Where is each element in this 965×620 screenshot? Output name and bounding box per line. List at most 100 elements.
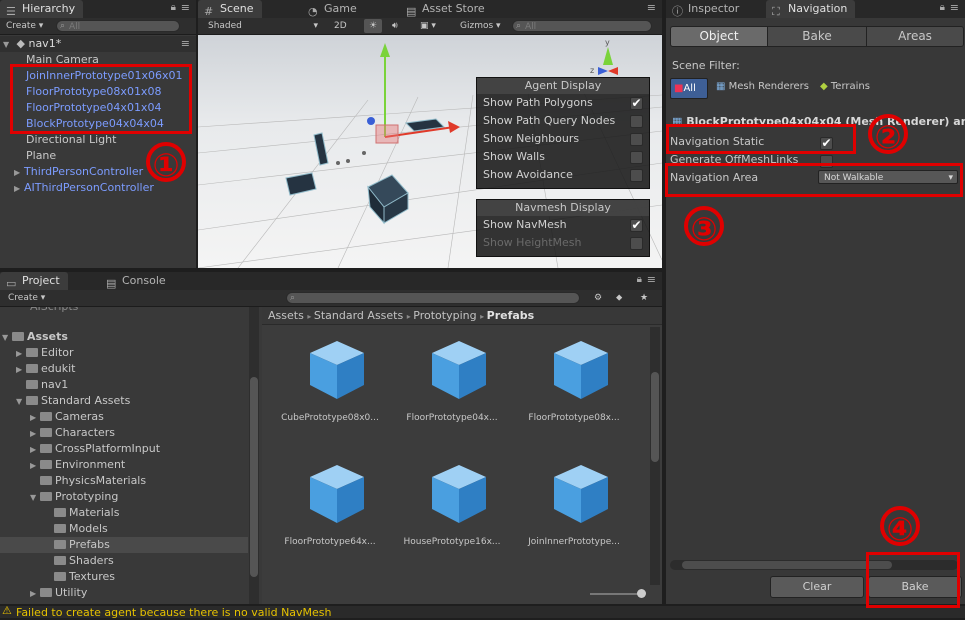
expand-arrow-icon[interactable]: ▶	[30, 410, 40, 426]
display-option-row[interactable]: Show Path Polygons ✔	[477, 94, 649, 112]
tree-folder-item[interactable]: ▼ Assets	[0, 329, 248, 345]
breadcrumb-prototyping[interactable]: Prototyping	[413, 309, 476, 322]
offmesh-links-checkbox[interactable]	[820, 155, 833, 168]
display-option-row[interactable]: Show Avoidance	[477, 166, 649, 184]
tree-folder-item[interactable]: ▶ Characters	[0, 425, 248, 441]
lighting-icon[interactable]: ☀	[364, 19, 382, 33]
filter-label-icon[interactable]: ⬥	[616, 291, 622, 305]
tab-game[interactable]: ◔ Game	[302, 0, 365, 18]
project-search-input[interactable]	[286, 292, 580, 304]
breadcrumb-prefabs[interactable]: Prefabs	[487, 309, 535, 322]
hierarchy-create-button[interactable]: Create ▾	[6, 19, 43, 33]
filter-terrains-button[interactable]: ◆ Terrains	[820, 81, 870, 92]
display-option-checkbox[interactable]	[630, 169, 643, 182]
panel-menu-icon[interactable]: ≡	[950, 1, 959, 14]
lock-icon[interactable]: 🔒︎	[171, 2, 176, 13]
expand-arrow-icon[interactable]: ▼	[16, 394, 26, 410]
display-option-checkbox[interactable]	[630, 237, 643, 250]
tree-folder-item[interactable]: ▶ Environment	[0, 457, 248, 473]
tree-folder-item[interactable]: ▼ Standard Assets	[0, 393, 248, 409]
expand-arrow-icon[interactable]: ▶	[16, 362, 26, 378]
prefab-asset[interactable]: FloorPrototype04x...	[392, 331, 512, 441]
prefab-asset[interactable]: FloorPrototype64x...	[270, 455, 390, 565]
panel-menu-icon[interactable]: ≡	[181, 1, 190, 14]
tree-scrollbar[interactable]	[249, 307, 259, 604]
scene-viewport[interactable]: y z Agent Display Show Path Polygons ✔ Sho…	[198, 35, 662, 268]
tree-scroll-thumb[interactable]	[250, 377, 258, 577]
audio-icon[interactable]: 🔊︎	[392, 19, 398, 33]
navigation-area-dropdown[interactable]: Not Walkable ▾	[818, 170, 958, 184]
tree-folder-item[interactable]: Materials	[0, 505, 248, 521]
tree-folder-item[interactable]: ▶ Utility	[0, 585, 248, 601]
tree-partial-item[interactable]: AIScripts	[0, 307, 248, 315]
grid-scrollbar[interactable]	[650, 327, 660, 585]
hierarchy-item[interactable]: FloorPrototype08x01x08	[0, 84, 196, 100]
expand-arrow-icon[interactable]: ▼	[3, 37, 13, 53]
shading-mode-dropdown[interactable]: Shaded ▾	[208, 19, 318, 33]
expand-arrow-icon[interactable]: ▶	[30, 442, 40, 458]
tree-folder-item[interactable]: Textures	[0, 569, 248, 585]
expand-arrow-icon[interactable]: ▶	[30, 458, 40, 474]
tree-folder-item[interactable]: nav1	[0, 377, 248, 393]
hierarchy-item[interactable]: JoinInnerPrototype01x06x01	[0, 68, 196, 84]
bake-button[interactable]: Bake	[868, 576, 962, 598]
tree-folder-item[interactable]: ▶ edukit	[0, 361, 248, 377]
slider-knob[interactable]	[637, 589, 646, 598]
lock-icon[interactable]: 🔒︎	[940, 2, 945, 13]
panel-menu-icon[interactable]: ≡	[647, 273, 656, 286]
display-option-checkbox[interactable]	[630, 151, 643, 164]
tree-folder-item[interactable]: Prefabs	[0, 537, 248, 553]
panel-menu-icon[interactable]: ≡	[647, 1, 656, 14]
display-option-checkbox[interactable]	[630, 133, 643, 146]
expand-arrow-icon[interactable]: ▶	[30, 426, 40, 442]
tree-folder-item[interactable]: PhysicsMaterials	[0, 473, 248, 489]
tab-navigation[interactable]: ⛶ Navigation	[766, 0, 856, 18]
tree-folder-item[interactable]: ▶ CrossPlatformInput	[0, 441, 248, 457]
prefab-asset[interactable]: JoinInnerPrototype...	[514, 455, 634, 565]
tree-folder-item[interactable]: ▶ Editor	[0, 345, 248, 361]
hierarchy-item[interactable]: BlockPrototype04x04x04	[0, 116, 196, 132]
prefab-asset[interactable]: HousePrototype16x...	[392, 455, 512, 565]
display-option-checkbox[interactable]	[630, 115, 643, 128]
scrollbar-thumb[interactable]	[682, 561, 892, 569]
display-option-checkbox[interactable]: ✔	[630, 97, 643, 110]
filter-type-icon[interactable]: ⚙	[594, 291, 602, 305]
grid-scroll-thumb[interactable]	[651, 372, 659, 462]
nav-tab-object[interactable]: Object	[670, 26, 768, 47]
hierarchy-item[interactable]: Main Camera	[0, 52, 196, 68]
lock-icon[interactable]: 🔒︎	[637, 274, 642, 285]
mode-2d-button[interactable]: 2D	[334, 19, 347, 33]
display-option-checkbox[interactable]: ✔	[630, 219, 643, 232]
tree-folder-item[interactable]: ▶ Cameras	[0, 409, 248, 425]
project-create-button[interactable]: Create ▾	[8, 291, 45, 305]
scene-menu-icon[interactable]: ≡	[181, 36, 190, 52]
tab-project[interactable]: ▭ Project	[0, 272, 68, 290]
tab-inspector[interactable]: ⓘ Inspector	[666, 0, 747, 18]
tab-console[interactable]: ▤ Console	[100, 272, 174, 290]
expand-arrow-icon[interactable]: ▶	[16, 346, 26, 362]
hierarchy-item[interactable]: FloorPrototype04x01x04	[0, 100, 196, 116]
display-option-row[interactable]: Show NavMesh ✔	[477, 216, 649, 234]
display-option-row[interactable]: Show Walls	[477, 148, 649, 166]
expand-arrow-icon[interactable]: ▶	[30, 586, 40, 602]
prefab-asset[interactable]: FloorPrototype08x...	[514, 331, 634, 441]
expand-arrow-icon[interactable]: ▶	[14, 181, 24, 197]
tab-scene[interactable]: # Scene	[198, 0, 262, 18]
expand-arrow-icon[interactable]: ▼	[2, 330, 12, 346]
prefab-asset[interactable]: CubePrototype08x0...	[270, 331, 390, 441]
navigation-static-checkbox[interactable]: ✔	[820, 137, 833, 150]
tree-folder-item[interactable]: Shaders	[0, 553, 248, 569]
axis-gizmo[interactable]: y z	[590, 38, 618, 75]
tab-asset-store[interactable]: ▤ Asset Store	[400, 0, 493, 18]
horizontal-scrollbar[interactable]	[670, 560, 958, 570]
tree-folder-item[interactable]: ▼ Prototyping	[0, 489, 248, 505]
breadcrumb-standard-assets[interactable]: Standard Assets	[314, 309, 403, 322]
gizmos-dropdown[interactable]: Gizmos ▾	[460, 19, 501, 33]
filter-mesh-renderers-button[interactable]: ▦ Mesh Renderers	[716, 81, 809, 92]
clear-button[interactable]: Clear	[770, 576, 864, 598]
display-option-row[interactable]: Show Neighbours	[477, 130, 649, 148]
breadcrumb-assets[interactable]: Assets	[268, 309, 304, 322]
display-option-row[interactable]: Show HeightMesh	[477, 234, 649, 252]
hierarchy-search-input[interactable]: All	[56, 20, 180, 32]
effects-icon[interactable]: ▣ ▾	[420, 19, 436, 33]
